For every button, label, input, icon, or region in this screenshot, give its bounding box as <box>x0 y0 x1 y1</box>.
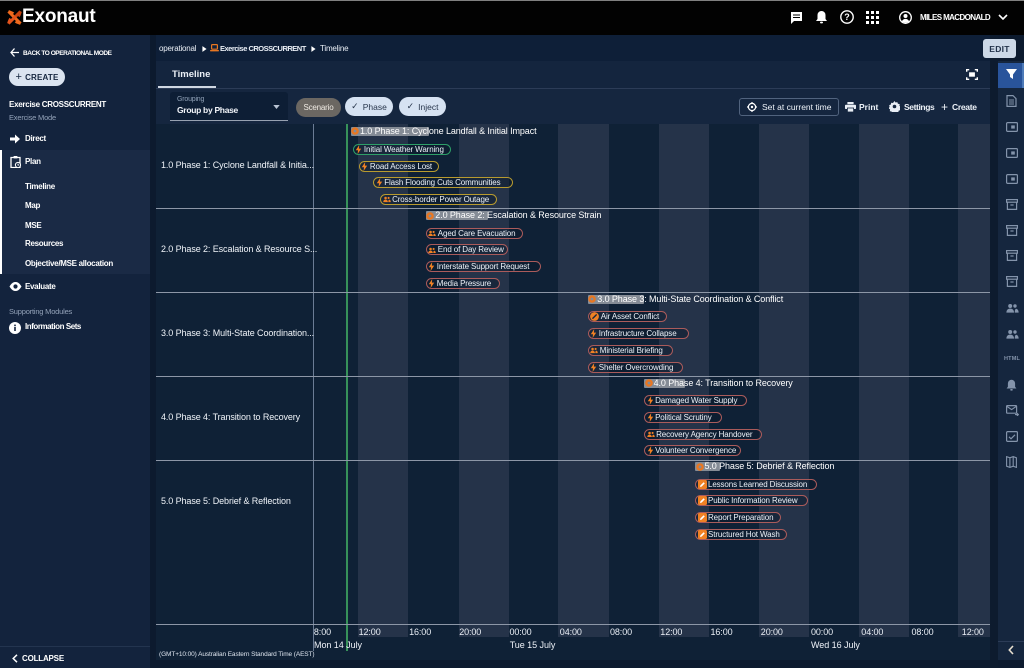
svg-text:?: ? <box>844 12 850 22</box>
